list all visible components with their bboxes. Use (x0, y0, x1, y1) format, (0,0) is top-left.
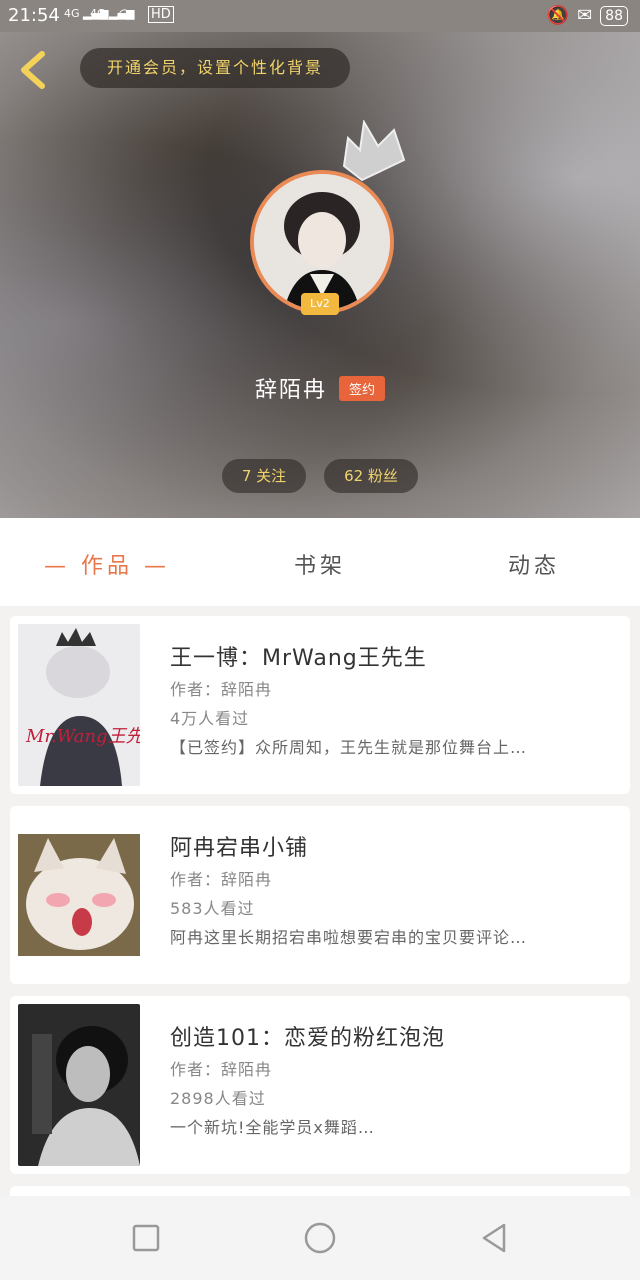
sign-badge: 签约 (339, 375, 386, 401)
work-desc: 【已签约】众所周知，王先生就是那位舞台上… (170, 738, 528, 757)
list-item[interactable]: 创造101：恋爱的粉红泡泡 作者：辞陌冉 2898人看过 一个新坑!全能学员x舞… (10, 996, 630, 1174)
chevron-left-icon (21, 51, 45, 89)
vip-banner[interactable]: 开通会员，设置个性化背景 (80, 48, 350, 88)
avatar-image (254, 174, 390, 310)
list-item[interactable]: Mr.Wang王先生 王一博：MrWang王先生 作者：辞陌冉 4万人看过 【已… (10, 616, 630, 794)
notification-off-icon: 🔕 (546, 5, 570, 26)
book-cover[interactable] (18, 1004, 140, 1166)
book-cover[interactable]: Mr.Wang王先生 (18, 624, 140, 786)
work-author: 作者：辞陌冉 (170, 1060, 273, 1079)
follow-count[interactable]: 7 关注 (222, 459, 306, 493)
work-title[interactable]: 王一博：MrWang王先生 (170, 640, 427, 672)
work-author: 作者：辞陌冉 (170, 680, 273, 699)
crown-icon (342, 120, 406, 182)
work-author: 作者：辞陌冉 (170, 870, 273, 889)
work-views: 583人看过 (170, 899, 255, 918)
status-time: 21:54 (8, 5, 60, 26)
book-cover[interactable] (18, 814, 140, 976)
tab-activity[interactable]: 动态 (508, 548, 560, 580)
work-title[interactable]: 阿冉宕串小铺 (170, 830, 308, 862)
fans-count[interactable]: 62 粉丝 (324, 459, 418, 493)
work-desc: 阿冉这里长期招宕串啦想要宕串的宝贝要评论… (170, 928, 528, 947)
works-list: Mr.Wang王先生 王一博：MrWang王先生 作者：辞陌冉 4万人看过 【已… (0, 606, 640, 1196)
message-icon: ✉ (577, 5, 593, 26)
work-title[interactable]: 创造101：恋爱的粉红泡泡 (170, 1020, 445, 1052)
name-row: 辞陌冉 签约 (0, 372, 640, 404)
work-views: 4万人看过 (170, 709, 250, 728)
back-button[interactable] (14, 48, 54, 92)
list-item[interactable]: 阿冉宕串小铺 作者：辞陌冉 583人看过 阿冉这里长期招宕串啦想要宕串的宝贝要评… (10, 806, 630, 984)
back-nav-icon[interactable] (476, 1220, 512, 1256)
list-item[interactable] (10, 1186, 630, 1196)
wifi-icon: ◠ (118, 5, 132, 23)
home-icon[interactable] (302, 1220, 338, 1256)
user-name: 辞陌冉 (254, 378, 327, 403)
recent-apps-icon[interactable] (128, 1220, 164, 1256)
profile-header: 开通会员，设置个性化背景 Lv2 辞陌冉 签约 7 关注 62 粉丝 (0, 32, 640, 518)
work-views: 2898人看过 (170, 1089, 266, 1108)
hd-icon: HD (148, 6, 174, 23)
battery-icon: 88 (600, 5, 628, 26)
status-bar: 21:54 4G ▂▄▆ 4G ▂▄▆ ◠ HD 🔕 ✉ 88 (0, 0, 640, 32)
tab-works[interactable]: — 作品 — (44, 548, 170, 580)
cover-title: Mr.Wang王先生 (25, 726, 140, 747)
work-desc: 一个新坑!全能学员x舞蹈… (170, 1118, 375, 1137)
level-badge: Lv2 (301, 293, 339, 315)
system-nav-bar (0, 1196, 640, 1280)
tab-bar: — 作品 — 书架 动态 (0, 518, 640, 606)
tab-bookshelf[interactable]: 书架 (294, 548, 346, 580)
